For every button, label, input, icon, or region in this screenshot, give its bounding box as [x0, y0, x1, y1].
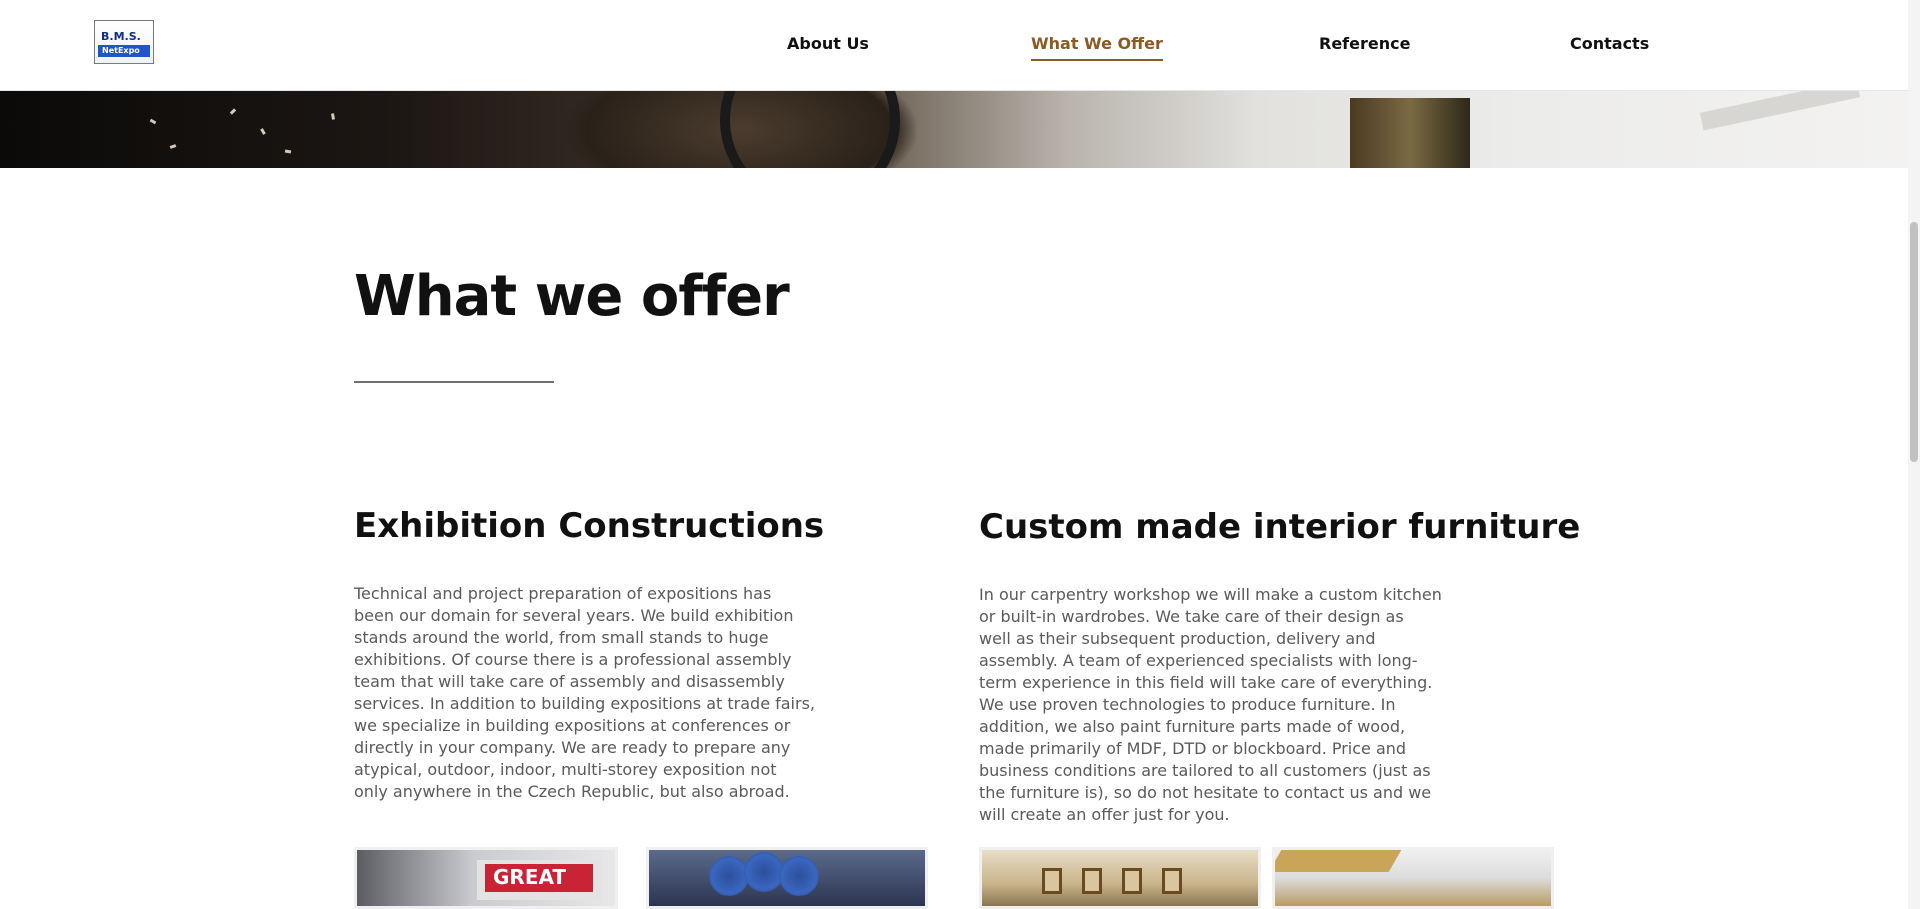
text-line: term experience in this field will take …	[979, 673, 1433, 692]
wall-frame	[1042, 868, 1062, 894]
text-line: services. In addition to building exposi…	[354, 694, 815, 713]
gallery-image-exhibition-2[interactable]	[646, 847, 928, 909]
hero-wood-chip	[229, 108, 237, 115]
text-line: the furniture is), so do not hesitate to…	[979, 783, 1432, 802]
text-line: In our carpentry workshop we will make a…	[979, 585, 1442, 604]
blue-fan-decoration	[779, 856, 819, 896]
text-line: stands around the world, from small stan…	[354, 628, 769, 647]
nav-what-we-offer[interactable]: What We Offer	[1031, 34, 1163, 61]
great-sign-text: GREAT	[493, 865, 567, 889]
gallery-image-exhibition-1[interactable]: GREAT	[354, 847, 618, 909]
blue-fan-decoration	[744, 852, 784, 892]
great-sign: GREAT	[477, 860, 601, 900]
text-line: Technical and project preparation of exp…	[354, 584, 772, 603]
text-line: made primarily of MDF, DTD or blockboard…	[979, 739, 1407, 758]
text-line: we specialize in building expositions at…	[354, 716, 791, 735]
hero-banner	[0, 90, 1908, 168]
page-title: What we offer	[354, 264, 790, 329]
section-text-furniture: In our carpentry workshop we will make a…	[979, 584, 1442, 826]
hero-wood-chip	[169, 144, 177, 149]
hero-wood-chip	[284, 149, 292, 154]
hero-shape-shelf	[1350, 98, 1470, 168]
logo[interactable]: B.M.S. NetExpo	[94, 20, 154, 64]
navbar: B.M.S. NetExpo About Us What We Offer Re…	[0, 0, 1908, 90]
text-line: exhibitions. Of course there is a profes…	[354, 650, 792, 669]
text-line: only anywhere in the Czech Republic, but…	[354, 782, 790, 801]
hero-wood-chip	[260, 128, 266, 135]
wall-frame	[1162, 868, 1182, 894]
section-heading-furniture: Custom made interior furniture	[979, 507, 1581, 547]
text-line: addition, we also paint furniture parts …	[979, 717, 1406, 736]
wall-frame	[1122, 868, 1142, 894]
scrollbar-thumb[interactable]	[1910, 222, 1918, 462]
text-line: atypical, outdoor, indoor, multi-storey …	[354, 760, 777, 779]
text-line: business conditions are tailored to all …	[979, 761, 1431, 780]
logo-text-bottom: NetExpo	[102, 46, 140, 55]
gallery-image-furniture-2[interactable]	[1272, 847, 1554, 909]
blue-fan-decoration	[709, 856, 749, 896]
gallery-image-furniture-1[interactable]	[979, 847, 1261, 909]
nav-reference[interactable]: Reference	[1319, 34, 1410, 54]
text-line: directly in your company. We are ready t…	[354, 738, 791, 757]
text-line: been our domain for several years. We bu…	[354, 606, 794, 625]
scrollbar[interactable]	[1908, 0, 1920, 909]
hero-shape-plank	[1699, 90, 1861, 131]
hero-wood-chip	[331, 113, 335, 120]
text-line: team that will take care of assembly and…	[354, 672, 785, 691]
logo-text-top: B.M.S.	[101, 30, 141, 43]
text-line: well as their subsequent production, del…	[979, 629, 1376, 648]
section-heading-exhibition: Exhibition Constructions	[354, 506, 825, 546]
title-divider	[354, 381, 554, 383]
wall-frame	[1082, 868, 1102, 894]
section-text-exhibition: Technical and project preparation of exp…	[354, 583, 815, 803]
ceiling-beam	[1275, 850, 1402, 872]
text-line: or built-in wardrobes. We take care of t…	[979, 607, 1404, 626]
hero-wood-chip	[149, 118, 157, 125]
text-line: assembly. A team of experienced speciali…	[979, 651, 1418, 670]
nav-about-us[interactable]: About Us	[787, 34, 869, 54]
text-line: We use proven technologies to produce fu…	[979, 695, 1396, 714]
nav-contacts[interactable]: Contacts	[1570, 34, 1649, 54]
hero-shape-goggle	[720, 90, 900, 168]
text-line: will create an offer just for you.	[979, 805, 1230, 824]
